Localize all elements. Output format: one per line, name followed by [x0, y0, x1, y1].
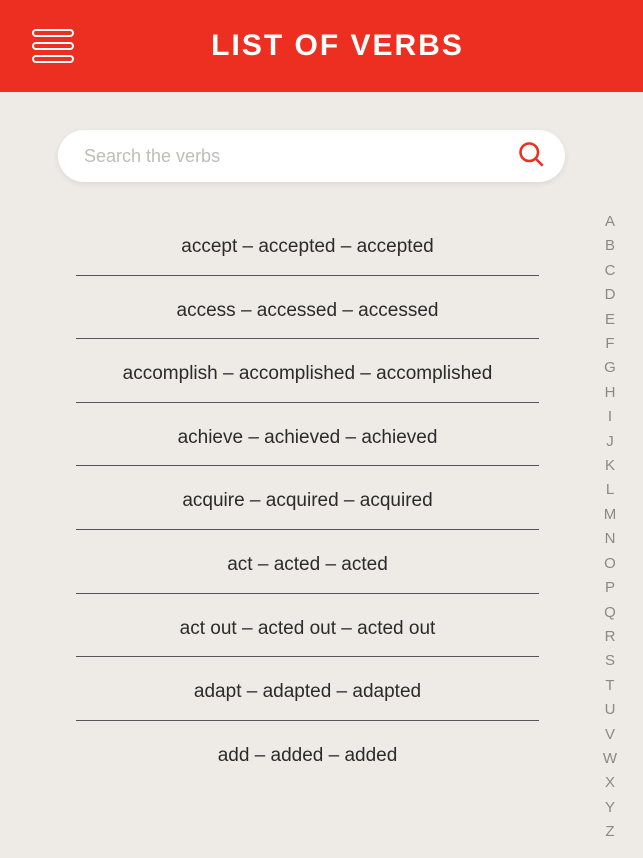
alpha-letter[interactable]: P	[599, 576, 621, 600]
alpha-letter[interactable]: V	[599, 723, 621, 747]
alpha-letter[interactable]: S	[599, 649, 621, 673]
alpha-letter[interactable]: Z	[599, 820, 621, 844]
content-area: accept – accepted – accepted access – ac…	[0, 92, 643, 858]
list-item[interactable]: access – accessed – accessed	[76, 276, 539, 340]
alpha-index: A B C D E F G H I J K L M N O P Q R S T …	[599, 210, 621, 845]
header: LIST OF VERBS	[0, 0, 643, 92]
alpha-letter[interactable]: B	[599, 234, 621, 258]
list-item[interactable]: add – added – added	[76, 721, 539, 784]
list-item[interactable]: adapt – adapted – adapted	[76, 657, 539, 721]
list-item[interactable]: act – acted – acted	[76, 530, 539, 594]
alpha-letter[interactable]: D	[599, 283, 621, 307]
page-title: LIST OF VERBS	[64, 29, 611, 63]
alpha-letter[interactable]: E	[599, 308, 621, 332]
alpha-letter[interactable]: Y	[599, 796, 621, 820]
alpha-letter[interactable]: J	[599, 430, 621, 454]
alpha-letter[interactable]: K	[599, 454, 621, 478]
list-item[interactable]: accomplish – accomplished – accomplished	[76, 339, 539, 403]
alpha-letter[interactable]: O	[599, 552, 621, 576]
list-item[interactable]: act out – acted out – acted out	[76, 594, 539, 658]
alpha-letter[interactable]: U	[599, 698, 621, 722]
alpha-letter[interactable]: N	[599, 527, 621, 551]
search-icon[interactable]	[517, 140, 545, 173]
verb-list: accept – accepted – accepted access – ac…	[76, 212, 539, 783]
alpha-letter[interactable]: I	[599, 405, 621, 429]
alpha-letter[interactable]: C	[599, 259, 621, 283]
list-item[interactable]: accept – accepted – accepted	[76, 212, 539, 276]
alpha-letter[interactable]: G	[599, 356, 621, 380]
alpha-letter[interactable]: R	[599, 625, 621, 649]
alpha-letter[interactable]: Q	[599, 601, 621, 625]
alpha-letter[interactable]: M	[599, 503, 621, 527]
alpha-letter[interactable]: H	[599, 381, 621, 405]
list-item[interactable]: achieve – achieved – achieved	[76, 403, 539, 467]
list-item[interactable]: acquire – acquired – acquired	[76, 466, 539, 530]
alpha-letter[interactable]: W	[599, 747, 621, 771]
alpha-letter[interactable]: A	[599, 210, 621, 234]
search-input[interactable]	[84, 146, 517, 167]
alpha-letter[interactable]: T	[599, 674, 621, 698]
alpha-letter[interactable]: L	[599, 478, 621, 502]
search-bar[interactable]	[58, 130, 565, 182]
alpha-letter[interactable]: X	[599, 771, 621, 795]
alpha-letter[interactable]: F	[599, 332, 621, 356]
